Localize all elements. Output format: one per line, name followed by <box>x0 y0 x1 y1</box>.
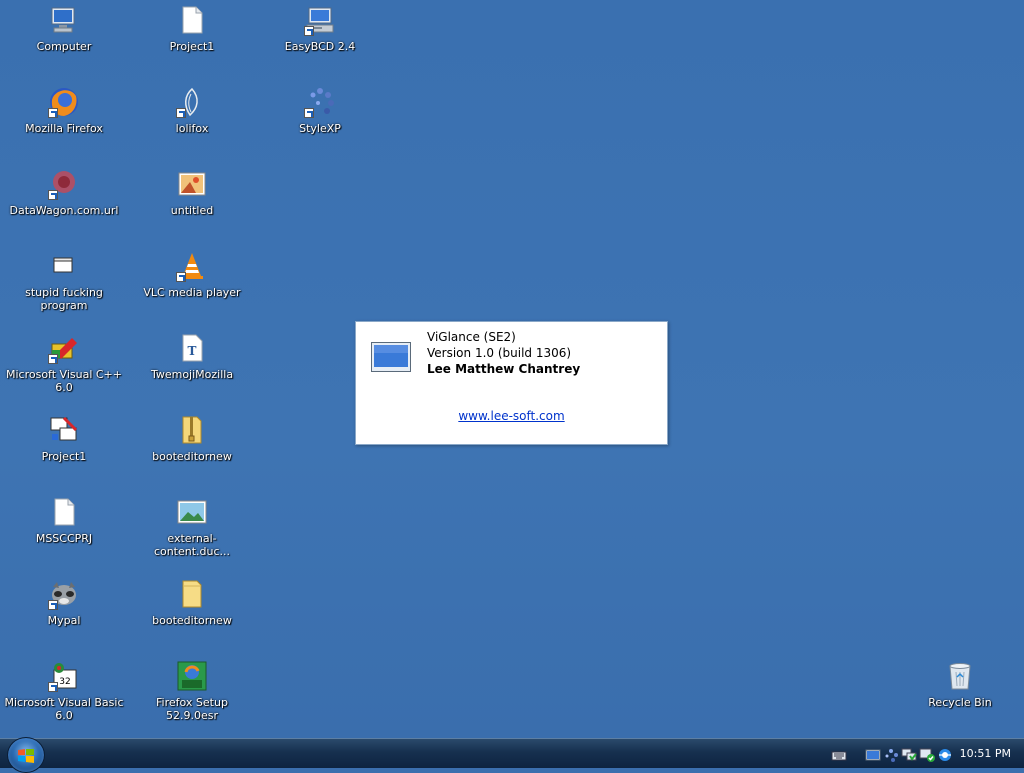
action-center-icon[interactable] <box>919 747 935 762</box>
icon-label: Project1 <box>169 40 215 53</box>
clock[interactable]: 10:51 PM <box>960 747 1011 760</box>
app-author: Lee Matthew Chantrey <box>427 362 581 376</box>
app-title: ViGlance (SE2) <box>427 330 516 344</box>
icon-label: stupid fucking program <box>25 286 103 312</box>
taskbar: 10:51 PM <box>0 737 1024 773</box>
icon-label: VLC media player <box>143 286 241 299</box>
vb-project-icon <box>48 414 80 446</box>
icon-label: untitled <box>170 204 214 217</box>
svg-text:32: 32 <box>59 677 70 687</box>
image-file-icon <box>176 168 208 200</box>
app-version: Version 1.0 (build 1306) <box>427 346 572 360</box>
desktop-icon-external-content[interactable]: external-content.duc... <box>128 496 256 558</box>
document-icon <box>176 4 208 36</box>
icon-label: DataWagon.com.url <box>9 204 119 217</box>
icon-label: Microsoft Visual C++ 6.0 <box>5 368 122 394</box>
network-icon[interactable] <box>901 747 917 761</box>
stylexp-icon <box>304 86 336 118</box>
vlc-cone-icon <box>176 250 208 282</box>
icon-label: MSSCCPRJ <box>35 532 93 545</box>
windows-flag-icon <box>18 748 34 763</box>
icon-label: Firefox Setup 52.9.0esr <box>156 696 228 722</box>
desktop-icon-untitled[interactable]: untitled <box>128 168 256 217</box>
icon-label: booteditornew <box>152 450 232 463</box>
about-dialog: ViGlance (SE2) Version 1.0 (build 1306) … <box>355 321 668 445</box>
recycle-bin-icon <box>944 660 976 692</box>
desktop-icon-firefox[interactable]: Mozilla Firefox <box>0 86 128 135</box>
computer-icon <box>48 4 80 36</box>
keyboard-icon[interactable] <box>831 747 847 761</box>
icon-label: booteditornew <box>152 614 232 627</box>
desktop-icon-lolifox[interactable]: lolifox <box>128 86 256 135</box>
icon-label: Mozilla Firefox <box>25 122 103 135</box>
system-tray: 10:51 PM <box>829 739 1024 769</box>
desktop-icon-visual-basic[interactable]: 32 Microsoft Visual Basic 6.0 <box>0 660 128 722</box>
zip-folder-icon <box>176 414 208 446</box>
visual-cpp-icon <box>48 332 80 364</box>
installer-icon <box>176 660 208 692</box>
easybcd-icon <box>304 4 336 36</box>
font-file-icon: T <box>176 332 208 364</box>
desktop-icon-project1-vb[interactable]: Project1 <box>0 414 128 463</box>
desktop: Computer Mozilla Firefox DataWagon.com.u… <box>0 0 1024 738</box>
firefox-icon <box>48 86 80 118</box>
desktop-icon-vlc[interactable]: VLC media player <box>128 250 256 299</box>
icon-label: Computer <box>36 40 92 53</box>
desktop-icon-visual-cpp[interactable]: Microsoft Visual C++ 6.0 <box>0 332 128 394</box>
desktop-icon-firefox-setup[interactable]: Firefox Setup 52.9.0esr <box>128 660 256 722</box>
viglance-tray-icon[interactable] <box>865 747 881 761</box>
icon-label: lolifox <box>175 122 209 135</box>
icon-label: StyleXP <box>299 122 341 135</box>
desktop-icon-booteditornew-zip[interactable]: booteditornew <box>128 414 256 463</box>
icon-label: external-content.duc... <box>153 532 231 558</box>
image-file-icon <box>176 496 208 528</box>
desktop-icon-stupid-program[interactable]: stupid fucking program <box>0 250 128 312</box>
monitor-icon <box>371 342 411 372</box>
icon-label: Project1 <box>41 450 87 463</box>
icon-label: TwemojiMozilla <box>150 368 234 381</box>
website-link[interactable]: www.lee-soft.com <box>356 409 667 423</box>
icon-label: Mypal <box>47 614 81 627</box>
document-icon <box>48 496 80 528</box>
desktop-icon-project1[interactable]: Project1 <box>128 4 256 53</box>
lolifox-icon <box>176 86 208 118</box>
desktop-icon-recycle-bin[interactable]: Recycle Bin <box>896 660 1024 709</box>
desktop-icon-mypal[interactable]: Mypal <box>0 578 128 627</box>
internet-explorer-icon[interactable] <box>937 747 953 761</box>
svg-text:T: T <box>188 344 197 358</box>
desktop-icon-easybcd[interactable]: EasyBCD 2.4 <box>256 4 384 53</box>
desktop-icon-computer[interactable]: Computer <box>0 4 128 53</box>
icon-label: EasyBCD 2.4 <box>284 40 356 53</box>
internet-shortcut-icon <box>48 168 80 200</box>
visual-basic-icon: 32 <box>48 660 80 692</box>
icon-label: Recycle Bin <box>928 696 992 709</box>
desktop-icon-booteditornew-folder[interactable]: booteditornew <box>128 578 256 627</box>
desktop-icon-mssccprj[interactable]: MSSCCPRJ <box>0 496 128 545</box>
stylexp-tray-icon[interactable] <box>883 747 899 762</box>
desktop-icon-datawagon[interactable]: DataWagon.com.url <box>0 168 128 217</box>
desktop-icon-stylexp[interactable]: StyleXP <box>256 86 384 135</box>
desktop-icon-twemoji[interactable]: T TwemojiMozilla <box>128 332 256 381</box>
folder-icon <box>176 578 208 610</box>
icon-label: Microsoft Visual Basic 6.0 <box>4 696 124 722</box>
application-icon <box>48 250 80 282</box>
raccoon-icon <box>48 578 80 610</box>
